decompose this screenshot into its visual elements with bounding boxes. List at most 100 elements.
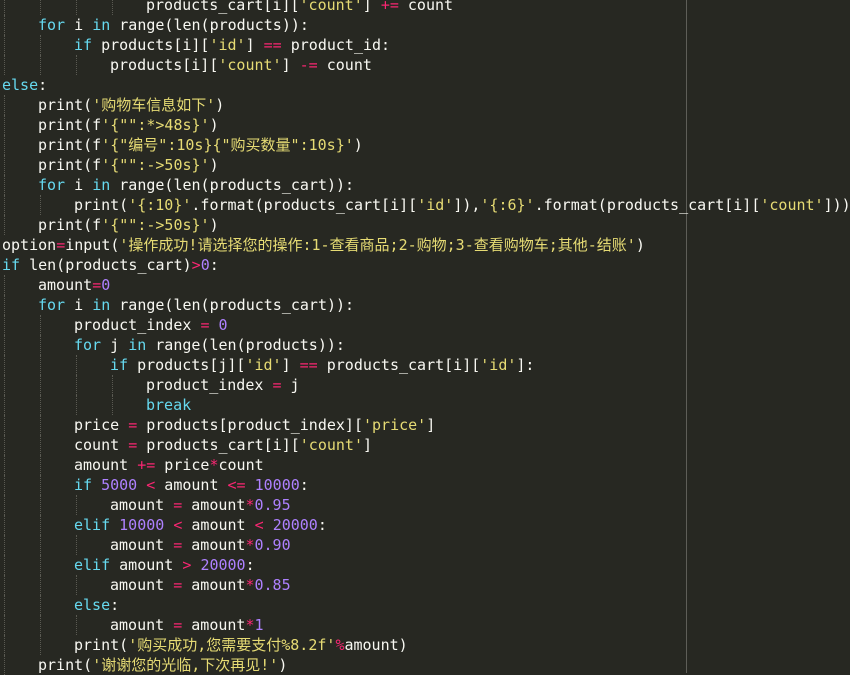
code-line[interactable]: amount = amount*0.95 <box>110 495 291 515</box>
code-line[interactable]: option=input('操作成功!请选择您的操作:1-查看商品;2-购物;3… <box>2 235 645 255</box>
code-token: range(len(products)): <box>110 16 309 34</box>
code-line[interactable]: product_index = j <box>146 375 300 395</box>
code-line[interactable]: break <box>146 395 191 415</box>
code-token: 10000 <box>254 476 300 494</box>
code-line[interactable]: amount += price*count <box>74 455 264 475</box>
code-token: '{"":*>48s}' <box>101 116 210 134</box>
indent-guide <box>76 55 77 75</box>
indent-guide <box>40 315 41 335</box>
code-line[interactable]: print(f'{"编号":10s}{"购买数量":10s}') <box>38 135 363 155</box>
code-line[interactable]: if products[j]['id'] == products_cart[i]… <box>110 355 534 375</box>
code-token: if <box>74 476 93 494</box>
code-token: 0 <box>218 316 228 334</box>
code-line[interactable]: product_index = 0 <box>74 315 228 335</box>
code-token: '{"编号":10s}{"购买数量":10s}' <box>101 136 354 154</box>
code-token: > <box>191 256 201 274</box>
code-line[interactable]: print(f'{"":*>48s}') <box>38 115 219 135</box>
code-line[interactable]: for j in range(len(products)): <box>74 335 345 355</box>
indent-guide <box>40 395 41 415</box>
code-token: for <box>38 176 66 194</box>
code-token: amount <box>110 576 174 594</box>
code-token: product_id: <box>281 36 391 54</box>
code-token: = <box>173 496 183 514</box>
code-token: ) <box>278 656 288 674</box>
code-line[interactable]: amount = amount*1 <box>110 615 264 635</box>
code-line[interactable]: print('购物车信息如下') <box>38 95 224 115</box>
code-line[interactable]: price = products[product_index]['price'] <box>74 415 435 435</box>
code-line[interactable]: print(f'{"":->50s}') <box>38 155 219 175</box>
indent-guide <box>40 355 41 375</box>
indent-guide <box>112 395 113 415</box>
indent-guide <box>4 495 5 515</box>
indent-guide <box>76 395 77 415</box>
code-line[interactable]: products_cart[i]['count'] += count <box>146 0 453 15</box>
code-token: ] <box>363 436 373 454</box>
code-line[interactable]: print('谢谢您的光临,下次再见!') <box>38 655 287 675</box>
code-line[interactable]: products[i]['count'] -= count <box>110 55 372 75</box>
code-line[interactable]: print('{:10}'.format(products_cart[i]['i… <box>74 195 850 215</box>
code-line[interactable]: elif amount > 20000: <box>74 555 255 575</box>
code-token: products_cart[i][ <box>317 356 481 374</box>
code-token: ] <box>362 0 381 14</box>
code-line[interactable]: if products[i]['id'] == product_id: <box>74 35 390 55</box>
indent-guide <box>4 555 5 575</box>
code-token: amount <box>74 456 138 474</box>
code-line[interactable]: else: <box>74 595 119 615</box>
code-line[interactable]: amount = amount*0.85 <box>110 575 291 595</box>
indent-guide <box>4 35 5 55</box>
indent-guide <box>40 615 41 635</box>
code-token: 'price' <box>363 416 427 434</box>
code-token: if <box>110 356 129 374</box>
code-line[interactable]: if len(products_cart)>0: <box>2 255 219 275</box>
code-token: '{"":->50s}' <box>101 156 210 174</box>
code-line[interactable]: for i in range(len(products_cart)): <box>38 175 354 195</box>
code-token: count <box>398 0 454 14</box>
code-token: 'id' <box>417 196 454 214</box>
code-token: = <box>128 436 138 454</box>
code-token: else <box>74 596 111 614</box>
code-token: = <box>92 276 102 294</box>
code-token: ]), <box>453 196 481 214</box>
code-token: i <box>65 176 93 194</box>
code-line[interactable]: print(f'{"":->50s}') <box>38 215 219 235</box>
code-token: 0.95 <box>254 496 291 514</box>
code-line[interactable]: for i in range(len(products_cart)): <box>38 295 354 315</box>
indent-guide <box>4 55 5 75</box>
indent-guide <box>4 115 5 135</box>
code-line[interactable]: elif 10000 < amount < 20000: <box>74 515 327 535</box>
code-token: for <box>38 16 66 34</box>
code-token: price <box>74 416 129 434</box>
code-line[interactable]: if 5000 < amount <= 10000: <box>74 475 309 495</box>
indent-guide <box>40 535 41 555</box>
indent-guide <box>4 435 5 455</box>
code-token: ] <box>426 416 436 434</box>
code-token: 0 <box>200 256 210 274</box>
code-token: * <box>245 576 255 594</box>
code-line[interactable]: amount = amount*0.90 <box>110 535 291 555</box>
code-token: len(products_cart) <box>20 256 192 274</box>
code-token: 'count' <box>299 436 363 454</box>
indent-guide <box>40 0 41 15</box>
code-token: product_index <box>74 316 201 334</box>
code-token: 5000 <box>101 476 138 494</box>
code-editor[interactable]: products_cart[i]['count'] += count for i … <box>0 0 850 675</box>
code-line[interactable]: print('购买成功,您需要支付%8.2f'%amount) <box>74 635 408 655</box>
code-line[interactable]: else: <box>2 75 47 95</box>
code-line[interactable]: count = products_cart[i]['count'] <box>74 435 372 455</box>
code-token: '操作成功!请选择您的操作:1-查看商品;2-购物;3-查看购物车;其他-结账' <box>119 236 636 254</box>
indent-guide <box>4 595 5 615</box>
code-token: elif <box>74 516 111 534</box>
code-token: : <box>209 256 219 274</box>
code-token: == <box>263 36 282 54</box>
code-line[interactable]: amount=0 <box>38 275 110 295</box>
indent-guide <box>4 615 5 635</box>
indent-guide <box>40 455 41 475</box>
indent-guide <box>40 435 41 455</box>
code-token: price <box>155 456 210 474</box>
code-token: if <box>74 36 93 54</box>
code-token: print( <box>38 96 93 114</box>
code-token: : <box>299 476 309 494</box>
code-line[interactable]: for i in range(len(products)): <box>38 15 309 35</box>
code-token: ) <box>209 116 219 134</box>
